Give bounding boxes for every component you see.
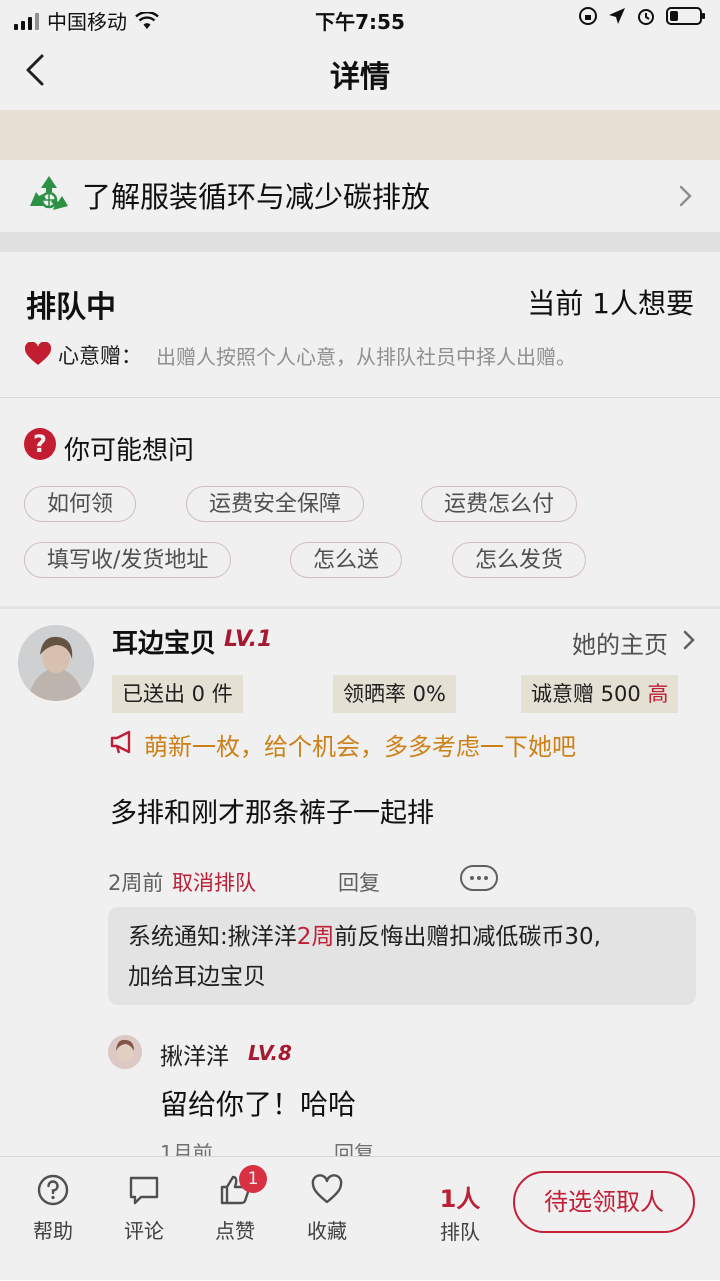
tab-like[interactable]: 1 点赞 [199,1165,271,1244]
cancel-queue-button[interactable]: 取消排队 [172,867,256,897]
help-icon [37,1174,69,1206]
stat-sincere-level: 高 [647,682,669,706]
user-level: LV.1 [224,627,273,652]
comment-time: 2周前 [108,871,164,895]
heart-icon [24,342,52,365]
page-title: 详情 [330,60,390,95]
tab-queue-label: 排队 [440,1220,480,1244]
faq-chip-shipping-pay[interactable]: 运费怎么付 [421,486,578,522]
more-icon[interactable] [460,865,498,891]
faq-title: 你可能想问 [64,436,195,466]
reply-user-name[interactable]: 揪洋洋 [160,1037,229,1071]
tab-help-label: 帮助 [33,1219,73,1243]
eco-link-row[interactable]: 了解服装循环与减少碳排放 [0,160,720,232]
banner-strip [0,110,720,162]
alarm-icon [638,9,654,25]
mind-gift-label: 心意赠： [58,344,142,368]
avatar-image [18,625,94,701]
notice-prefix: 系统通知:揪洋洋 [128,924,297,950]
faq-chip-shipping-safety[interactable]: 运费安全保障 [186,486,365,522]
queue-count: 当前 1人想要 [527,287,694,320]
tab-favorite-label: 收藏 [307,1219,347,1243]
comment-icon [129,1176,159,1205]
faq-chip-how-to-ship[interactable]: 怎么发货 [452,542,587,578]
tab-like-label: 点赞 [215,1219,255,1243]
heart-outline-icon [311,1174,343,1204]
tab-favorite[interactable]: 收藏 [291,1173,363,1244]
reply-comment-text: 留给你了！哈哈 [160,1088,357,1121]
notice-suffix: 前反悔出赠扣减低碳币30, [334,924,601,950]
eco-link-text: 了解服装循环与减少碳排放 [82,180,431,214]
tab-comment-label: 评论 [124,1219,164,1243]
rotation-lock-icon [579,7,597,25]
faq-chip-how-to-send[interactable]: 怎么送 [290,542,403,578]
user-name[interactable]: 耳边宝贝 [112,623,216,660]
question-icon: ? [24,428,56,460]
faq-chip-address[interactable]: 填写收/发货地址 [24,542,232,578]
tab-comment[interactable]: 评论 [108,1173,180,1244]
stat-sent: 已送出 0 件 [112,675,243,713]
select-recipient-button[interactable]: 待选领取人 [513,1171,695,1233]
stat-rate: 领晒率 0% [333,675,456,713]
promo-text: 萌新一枚，给个机会，多多考虑一下她吧 [144,733,576,761]
recycle-icon [30,176,68,210]
tab-queue[interactable]: 1人 排队 [430,1179,490,1245]
chevron-right-icon [679,185,692,207]
tab-help[interactable]: 帮助 [17,1173,89,1244]
user-home-link[interactable]: 她的主页 [572,625,668,660]
notice-highlight: 2周 [296,924,335,950]
notice-line2: 加给耳边宝贝 [128,964,266,990]
stat-sincere-value: 诚意赠 500 [531,682,641,706]
section-gap [0,232,720,252]
status-bar: 中国移动 下午7:55 [0,0,720,36]
avatar[interactable] [18,625,94,701]
reply-avatar[interactable] [108,1035,142,1069]
faq-chip-how-to-get[interactable]: 如何领 [24,486,137,522]
queue-title: 排队中 [26,290,116,325]
bottom-bar: 帮助 评论 1 点赞 收藏 1人 排队 待选领取人 [0,1156,720,1281]
chevron-right-icon [683,630,695,650]
queue-section: 排队中 当前 1人想要 心意赠： 出赠人按照个人心意，从排队社员中择人出赠。 [0,252,720,397]
user-comment: 多排和刚才那条裤子一起排 [110,798,434,829]
megaphone-icon [110,730,131,754]
location-icon [609,8,625,24]
queue-count-number: 1人 [439,1185,481,1213]
faq-section: ? 你可能想问 如何领 运费安全保障 运费怎么付 填写收/发货地址 怎么送 怎么… [0,398,720,606]
stat-sincere: 诚意赠 500 高 [521,675,679,713]
mind-gift-desc: 出赠人按照个人心意，从排队社员中择人出赠。 [156,345,576,369]
reply-user-level: LV.8 [248,1041,292,1065]
battery-icon [666,7,705,25]
reply-button[interactable]: 回复 [338,867,380,897]
system-notice: 系统通知:揪洋洋2周前反悔出赠扣减低碳币30, 加给耳边宝贝 [108,907,696,1005]
nav-bar: 详情 [0,36,720,110]
queue-user-card: 耳边宝贝 LV.1 她的主页 已送出 0 件 领晒率 0% 诚意赠 500 高 … [0,609,720,1169]
reply-avatar-image [108,1035,142,1069]
status-right [578,6,706,26]
like-badge: 1 [239,1165,267,1193]
